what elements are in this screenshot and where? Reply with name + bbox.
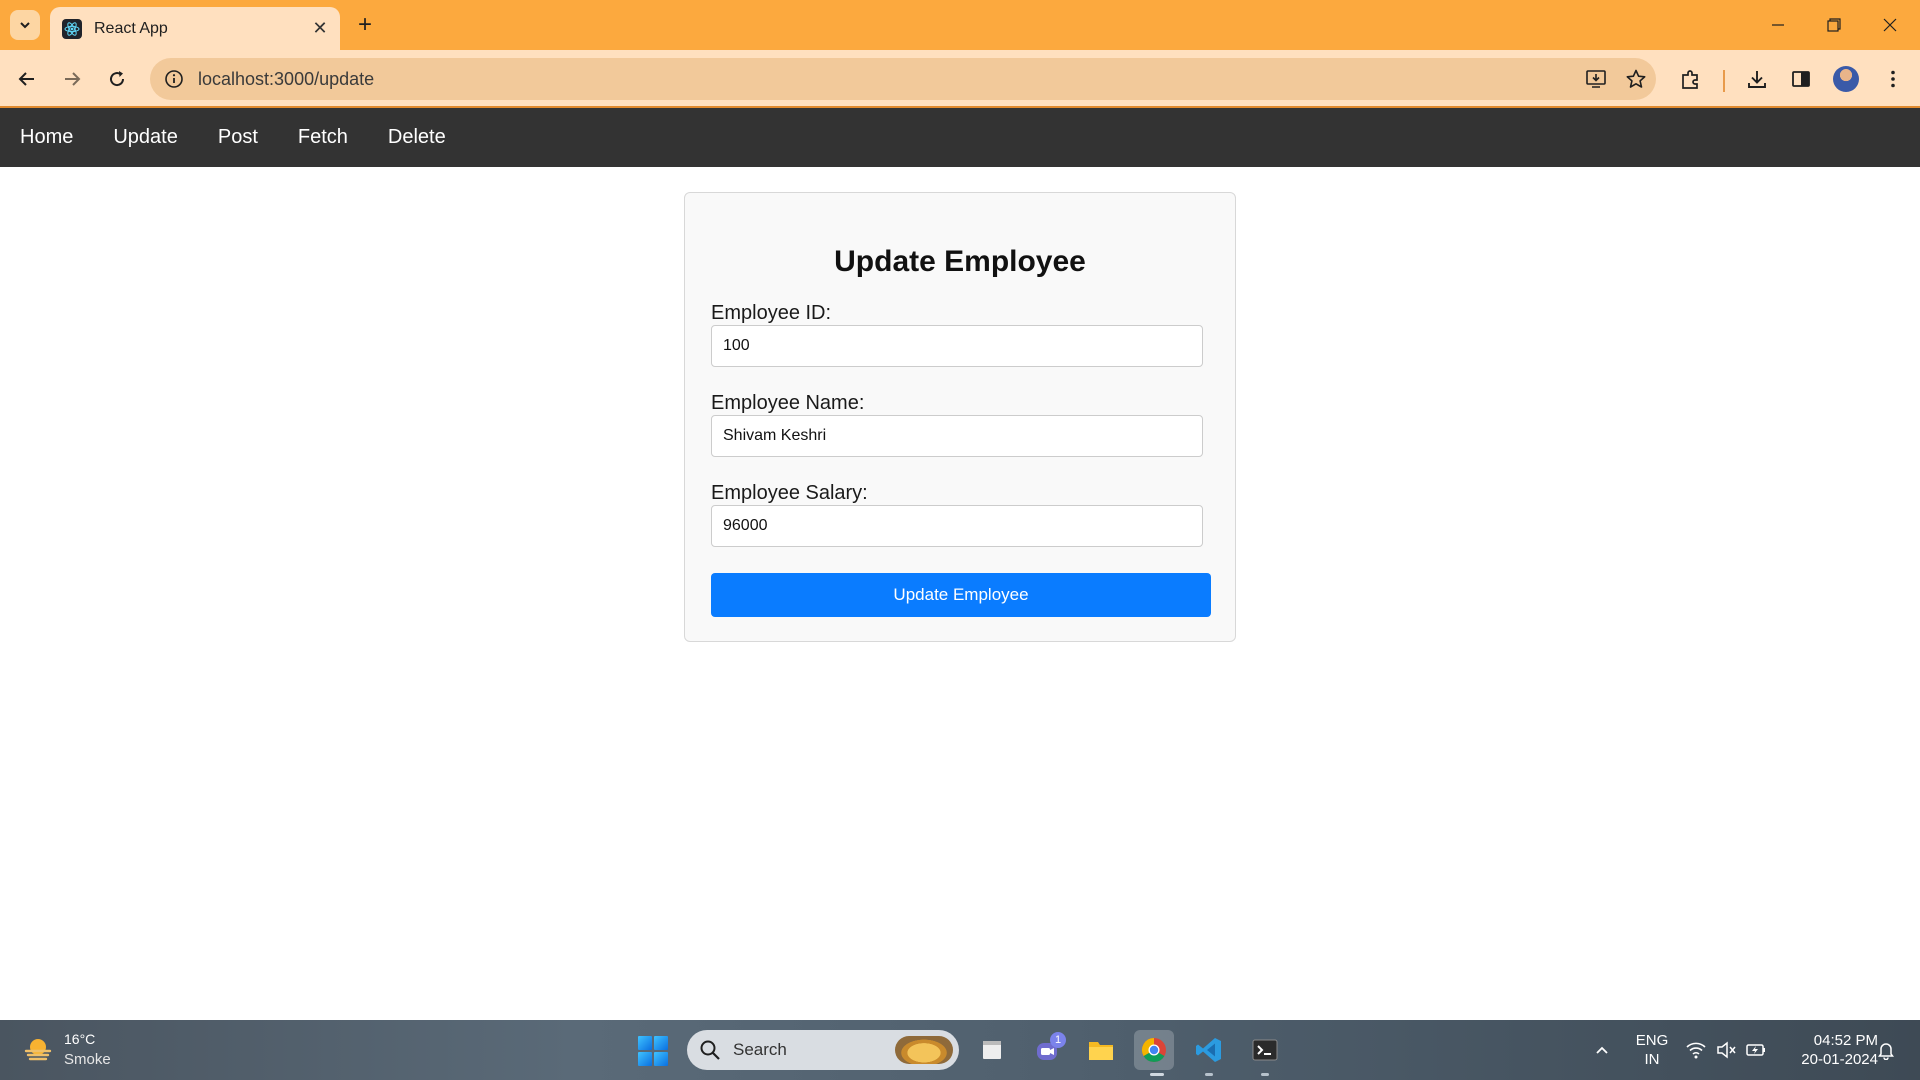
terminal-icon <box>1252 1039 1278 1061</box>
task-view-icon <box>983 1041 1001 1059</box>
arrow-right-icon <box>65 72 81 86</box>
browser-tab-bar: React App ✕ + <box>0 0 1920 50</box>
reload-icon <box>110 71 125 87</box>
search-placeholder: Search <box>733 1040 787 1059</box>
running-app-indicator <box>1261 1073 1269 1076</box>
vscode-app-button[interactable] <box>1189 1030 1229 1070</box>
clock-date: 20-01-2024 <box>1801 1051 1878 1068</box>
employee-id-label: Employee ID: <box>711 302 832 324</box>
search-highlight-image <box>895 1036 953 1064</box>
update-employee-button[interactable]: Update Employee <box>711 573 1211 617</box>
windows-logo-tile <box>654 1036 668 1050</box>
url-text[interactable]: localhost:3000/update <box>198 69 1576 90</box>
weather-description: Smoke <box>64 1051 111 1068</box>
employee-salary-input[interactable] <box>711 505 1203 547</box>
notification-badge: 1 <box>1050 1032 1066 1048</box>
terminal-app-button[interactable] <box>1245 1030 1285 1070</box>
download-icon <box>1748 71 1766 88</box>
active-app-indicator <box>1150 1073 1164 1076</box>
running-app-indicator <box>1205 1073 1213 1076</box>
teams-app-button[interactable]: 1 <box>1028 1030 1068 1070</box>
new-tab-button[interactable]: + <box>350 10 380 40</box>
chrome-icon <box>1141 1038 1166 1063</box>
bell-icon <box>1878 1043 1894 1060</box>
search-icon <box>700 1040 720 1060</box>
system-clock[interactable]: 04:52 PM 20-01-2024 <box>1782 1031 1878 1069</box>
windows-taskbar: 16°C Smoke Search 1 ENG IN 04:52 PM 20-0… <box>0 1020 1920 1080</box>
toolbar-separator <box>1723 70 1725 92</box>
site-info-icon[interactable] <box>162 67 186 91</box>
restore-icon <box>1827 18 1841 32</box>
minimize-icon <box>1772 24 1784 26</box>
wifi-icon[interactable] <box>1684 1038 1708 1062</box>
show-hidden-icons-button[interactable] <box>1590 1038 1614 1062</box>
tab-title: React App <box>94 19 168 37</box>
bookmark-star-icon[interactable] <box>1616 59 1656 99</box>
tab-search-button[interactable] <box>10 10 40 40</box>
nav-link-update[interactable]: Update <box>113 126 178 149</box>
minimize-button[interactable] <box>1750 0 1806 50</box>
task-view-button[interactable] <box>972 1030 1012 1070</box>
file-explorer-button[interactable] <box>1081 1030 1121 1070</box>
nav-link-home[interactable]: Home <box>20 126 73 149</box>
notifications-button[interactable] <box>1874 1038 1898 1062</box>
chrome-app-button[interactable] <box>1134 1030 1174 1070</box>
nav-link-post[interactable]: Post <box>218 126 258 149</box>
browser-tab-active[interactable]: React App ✕ <box>50 7 340 50</box>
chevron-up-icon <box>1596 1046 1608 1054</box>
windows-logo-tile <box>638 1036 652 1050</box>
language-indicator[interactable]: ENG IN <box>1630 1031 1674 1069</box>
browser-toolbar: localhost:3000/update <box>0 50 1920 108</box>
chevron-down-icon <box>20 22 30 29</box>
app-navbar: Home Update Post Fetch Delete <box>0 108 1920 167</box>
puzzle-piece-icon <box>1682 70 1698 89</box>
forward-button[interactable] <box>55 62 89 96</box>
weather-haze-icon[interactable] <box>22 1034 54 1066</box>
extensions-button[interactable] <box>1674 62 1708 96</box>
back-button[interactable] <box>10 62 44 96</box>
restore-button[interactable] <box>1806 0 1862 50</box>
close-tab-icon[interactable]: ✕ <box>306 15 334 43</box>
arrow-left-icon <box>18 72 34 86</box>
install-app-icon[interactable] <box>1576 59 1616 99</box>
nav-link-fetch[interactable]: Fetch <box>298 126 348 149</box>
weather-temperature: 16°C <box>64 1031 96 1047</box>
address-bar[interactable]: localhost:3000/update <box>150 58 1656 100</box>
more-vertical-icon <box>1891 70 1895 88</box>
employee-salary-label: Employee Salary: <box>711 482 868 504</box>
folder-icon <box>1089 1042 1113 1060</box>
employee-name-input[interactable] <box>711 415 1203 457</box>
region-code: IN <box>1644 1051 1660 1068</box>
update-employee-form: Update Employee Employee ID: Employee Na… <box>684 192 1236 642</box>
employee-id-input[interactable] <box>711 325 1203 367</box>
volume-muted-icon[interactable] <box>1714 1038 1738 1062</box>
side-panel-icon <box>1792 71 1810 87</box>
profile-avatar[interactable] <box>1833 66 1859 92</box>
nav-link-delete[interactable]: Delete <box>388 126 446 149</box>
language-code: ENG <box>1635 1032 1669 1049</box>
react-logo-icon <box>62 18 82 39</box>
side-panel-button[interactable] <box>1784 62 1818 96</box>
start-button[interactable] <box>638 1036 668 1066</box>
browser-menu-button[interactable] <box>1876 62 1910 96</box>
form-title: Update Employee <box>834 245 1086 278</box>
close-window-button[interactable] <box>1862 0 1918 50</box>
clock-time: 04:52 PM <box>1813 1032 1878 1049</box>
close-icon <box>1883 18 1897 32</box>
battery-charging-icon[interactable] <box>1744 1038 1768 1062</box>
windows-logo-tile <box>654 1052 668 1066</box>
windows-logo-tile <box>638 1052 652 1066</box>
employee-name-label: Employee Name: <box>711 392 865 414</box>
vscode-icon <box>1196 1038 1221 1062</box>
reload-button[interactable] <box>100 62 134 96</box>
taskbar-search[interactable]: Search <box>687 1030 959 1070</box>
downloads-button[interactable] <box>1740 62 1774 96</box>
